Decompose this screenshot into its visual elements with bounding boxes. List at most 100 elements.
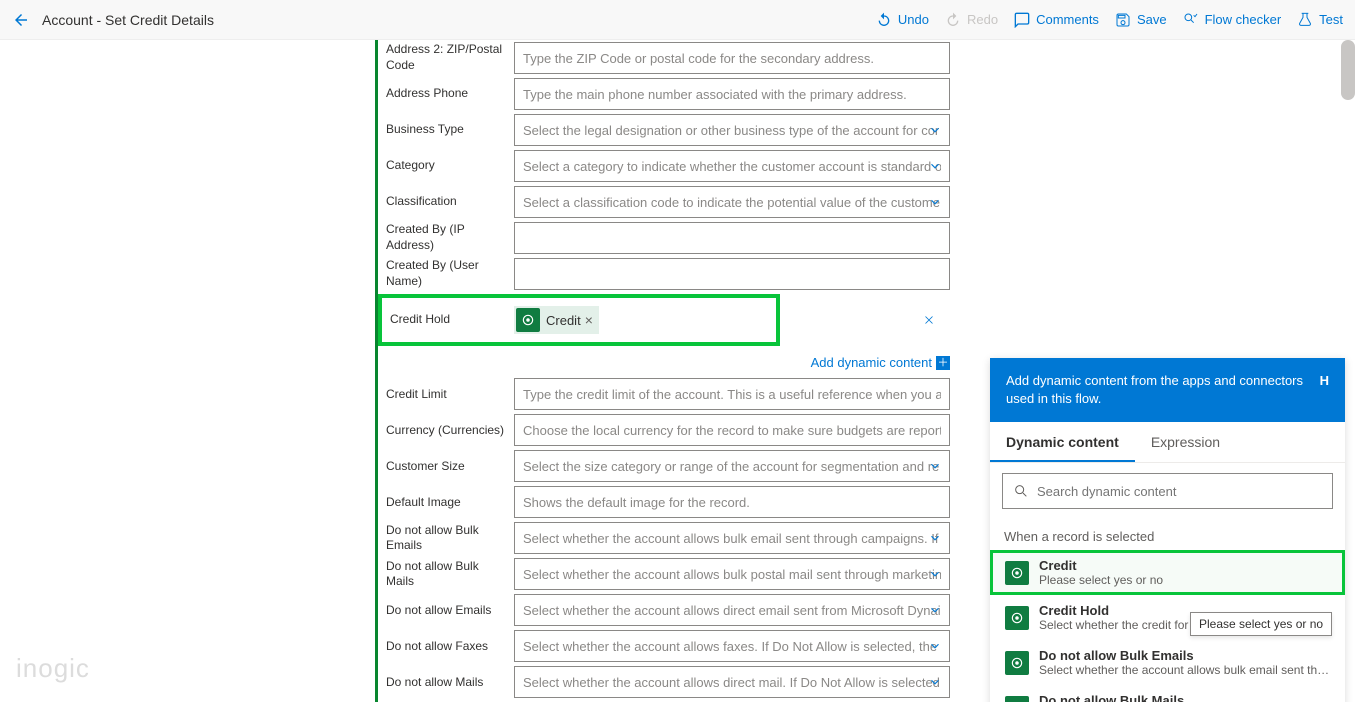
credit-hold-input[interactable]: Credit × xyxy=(510,302,772,338)
field-input[interactable] xyxy=(514,222,950,254)
credit-hold-highlight: Credit Hold Credit × xyxy=(378,294,780,346)
field-label: Credit Hold xyxy=(386,312,510,328)
back-button[interactable] xyxy=(12,11,30,29)
top-toolbar: Account - Set Credit Details Undo Redo C… xyxy=(0,0,1355,40)
toolbar-actions: Undo Redo Comments Save Flow checker Tes… xyxy=(876,12,1343,28)
field-input[interactable] xyxy=(514,378,950,410)
dynamic-item-desc: Select whether the account allows bulk e… xyxy=(1039,663,1333,677)
field-label: Address 2: ZIP/Postal Code xyxy=(386,42,514,73)
redo-icon xyxy=(945,12,961,28)
flow-checker-button[interactable]: Flow checker xyxy=(1183,12,1282,28)
form-row: Do not allow Bulk Mails xyxy=(378,556,958,592)
field-label: Credit Limit xyxy=(386,387,514,403)
dynamic-search-wrap xyxy=(990,463,1345,519)
field-input[interactable] xyxy=(514,486,950,518)
form-row: Category xyxy=(378,148,958,184)
field-label: Default Image xyxy=(386,495,514,511)
comments-button[interactable]: Comments xyxy=(1014,12,1099,28)
tab-dynamic-content[interactable]: Dynamic content xyxy=(990,422,1135,462)
field-label: Do not allow Faxes xyxy=(386,639,514,655)
form-row: Created By (IP Address) xyxy=(378,220,958,256)
test-button[interactable]: Test xyxy=(1297,12,1343,28)
dynamic-search-input[interactable] xyxy=(1037,484,1322,499)
form-card: Address 2: ZIP/Postal Code Address Phone B… xyxy=(375,40,958,702)
save-button[interactable]: Save xyxy=(1115,12,1167,28)
dataverse-icon xyxy=(1005,696,1029,702)
field-input[interactable] xyxy=(514,78,950,110)
field-label: Classification xyxy=(386,194,514,210)
field-select[interactable] xyxy=(514,114,950,146)
field-label: Customer Size xyxy=(386,459,514,475)
dynamic-group-title: When a record is selected xyxy=(990,519,1345,550)
credit-hold-row: Credit Hold Credit × xyxy=(378,292,958,348)
field-label: Do not allow Mails xyxy=(386,675,514,691)
form-row: Do not allow Faxes xyxy=(378,628,958,664)
page-title: Account - Set Credit Details xyxy=(42,12,214,28)
form-row: Currency (Currencies) xyxy=(378,412,958,448)
chip-label: Credit xyxy=(546,313,581,328)
form-row: Do not allow Emails xyxy=(378,592,958,628)
field-label: Category xyxy=(386,158,514,174)
comments-label: Comments xyxy=(1036,12,1099,27)
form-row: Address 2: ZIP/Postal Code xyxy=(378,40,958,76)
field-select[interactable] xyxy=(514,450,950,482)
field-select[interactable] xyxy=(514,630,950,662)
dynamic-item-text: Credit Please select yes or no xyxy=(1039,558,1333,587)
form-row: Address Phone xyxy=(378,76,958,112)
dynamic-item-title: Do not allow Bulk Mails xyxy=(1039,693,1333,702)
clear-field-button[interactable] xyxy=(922,313,950,327)
field-label: Business Type xyxy=(386,122,514,138)
field-select[interactable] xyxy=(514,594,950,626)
undo-label: Undo xyxy=(898,12,929,27)
form-row: Customer Size xyxy=(378,448,958,484)
form-row: Default Image xyxy=(378,484,958,520)
dynamic-search-box[interactable] xyxy=(1002,473,1333,509)
add-dynamic-content-row: Add dynamic content ＋ xyxy=(378,348,958,376)
form-row: Created By (User Name) xyxy=(378,256,958,292)
save-label: Save xyxy=(1137,12,1167,27)
dynamic-content-item[interactable]: Do not allow Bulk Emails Select whether … xyxy=(990,640,1345,685)
watermark-logo: inogic xyxy=(16,653,90,684)
comment-icon xyxy=(1014,12,1030,28)
dynamic-header-hide[interactable]: H xyxy=(1320,372,1329,408)
field-input[interactable] xyxy=(514,42,950,74)
field-label: Do not allow Bulk Emails xyxy=(386,523,514,554)
dynamic-item-text: Do not allow Bulk Emails Select whether … xyxy=(1039,648,1333,677)
form-row: Classification xyxy=(378,184,958,220)
flow-checker-label: Flow checker xyxy=(1205,12,1282,27)
dynamic-content-item[interactable]: Do not allow Bulk Mails Select whether t… xyxy=(990,685,1345,702)
tab-expression[interactable]: Expression xyxy=(1135,422,1236,462)
field-input[interactable] xyxy=(514,258,950,290)
dataverse-icon xyxy=(1005,651,1029,675)
undo-button[interactable]: Undo xyxy=(876,12,929,28)
field-label: Do not allow Bulk Mails xyxy=(386,559,514,590)
save-icon xyxy=(1115,12,1131,28)
field-select[interactable] xyxy=(514,666,950,698)
scroll-area: Address 2: ZIP/Postal Code Address Phone B… xyxy=(0,40,1355,702)
dynamic-content-item[interactable]: Credit Please select yes or no xyxy=(990,550,1345,595)
dataverse-icon xyxy=(1005,606,1029,630)
chip-remove[interactable]: × xyxy=(585,312,593,328)
dynamic-item-title: Credit xyxy=(1039,558,1333,573)
field-label: Currency (Currencies) xyxy=(386,423,514,439)
field-label: Created By (IP Address) xyxy=(386,222,514,253)
field-select[interactable] xyxy=(514,558,950,590)
form-row: Credit Limit xyxy=(378,376,958,412)
dataverse-icon xyxy=(1005,561,1029,585)
dynamic-tabs: Dynamic content Expression xyxy=(990,422,1345,463)
dynamic-item-desc: Please select yes or no xyxy=(1039,573,1333,587)
form-row: Business Type xyxy=(378,112,958,148)
dynamic-header-text: Add dynamic content from the apps and co… xyxy=(1006,372,1310,408)
field-select[interactable] xyxy=(514,522,950,554)
add-dynamic-icon[interactable]: ＋ xyxy=(936,356,950,370)
dynamic-panel-header: Add dynamic content from the apps and co… xyxy=(990,358,1345,422)
redo-label: Redo xyxy=(967,12,998,27)
arrow-left-icon xyxy=(12,11,30,29)
dynamic-chip[interactable]: Credit × xyxy=(514,306,599,334)
field-select[interactable] xyxy=(514,150,950,182)
add-dynamic-content-link[interactable]: Add dynamic content xyxy=(811,355,932,370)
field-input[interactable] xyxy=(514,414,950,446)
field-label: Address Phone xyxy=(386,86,514,102)
test-icon xyxy=(1297,12,1313,28)
field-select[interactable] xyxy=(514,186,950,218)
